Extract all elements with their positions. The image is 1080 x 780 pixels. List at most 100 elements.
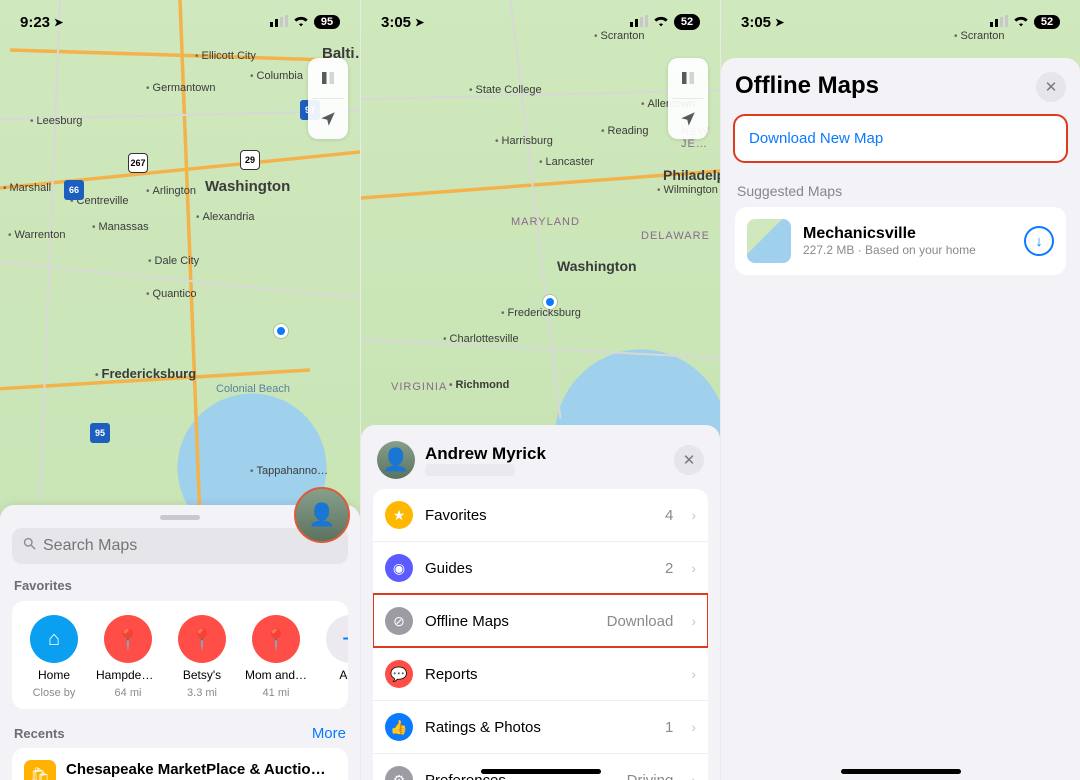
city-reading: Reading bbox=[601, 125, 649, 137]
region-delaware: DELAWARE bbox=[641, 230, 710, 242]
menu-favorites[interactable]: ★Favorites4› bbox=[373, 489, 708, 541]
panel-title: Offline Maps bbox=[735, 72, 1066, 100]
menu-offline-maps[interactable]: ⊘Offline MapsDownload› bbox=[373, 594, 708, 647]
chevron-right-icon: › bbox=[691, 560, 696, 576]
location-services-icon: ➤ bbox=[775, 16, 784, 29]
home-icon: ⌂ bbox=[30, 615, 78, 663]
download-icon: ↓ bbox=[1035, 233, 1043, 250]
recent-title: Chesapeake MarketPlace & Auction H… bbox=[66, 761, 326, 778]
city-washington: Washington bbox=[205, 178, 290, 195]
favorites-row[interactable]: ⌂HomeClose by 📍Hampden…64 mi 📍Betsy's3.3… bbox=[12, 601, 348, 709]
search-field[interactable] bbox=[12, 528, 348, 564]
cellular-icon bbox=[270, 14, 288, 31]
cellular-icon bbox=[990, 14, 1008, 31]
favorite-item[interactable]: 📍Mom and…41 mi bbox=[244, 615, 308, 699]
sheet-grabber[interactable] bbox=[160, 515, 200, 520]
status-time: 3:05 bbox=[741, 14, 771, 31]
region-virginia: VIRGINIA bbox=[391, 381, 447, 393]
city-charlottesville: Charlottesville bbox=[443, 333, 519, 345]
gear-icon: ⚙ bbox=[385, 766, 413, 780]
home-indicator[interactable] bbox=[841, 769, 961, 774]
menu-preferences[interactable]: ⚙PreferencesDriving› bbox=[373, 753, 708, 780]
city-richmond: Richmond bbox=[449, 379, 509, 391]
route-shield-95: 95 bbox=[90, 423, 110, 443]
pin-icon: 📍 bbox=[104, 615, 152, 663]
close-button[interactable]: ✕ bbox=[674, 445, 704, 475]
city-warrenton: Warrenton bbox=[8, 229, 65, 241]
home-indicator[interactable] bbox=[481, 769, 601, 774]
map-layers-button[interactable] bbox=[308, 58, 348, 98]
city-marshall: Marshall bbox=[3, 182, 51, 194]
city-quantico: Quantico bbox=[146, 288, 197, 300]
shopping-bag-icon: 🛍 bbox=[24, 760, 56, 780]
search-input[interactable] bbox=[43, 537, 338, 555]
status-bar: 9:23 ➤ 95 bbox=[0, 0, 360, 44]
chevron-right-icon: › bbox=[691, 613, 696, 629]
map-layers-button[interactable] bbox=[668, 58, 708, 98]
pin-icon: 📍 bbox=[178, 615, 226, 663]
close-icon: ✕ bbox=[1045, 78, 1058, 96]
download-button[interactable]: ↓ bbox=[1024, 226, 1054, 256]
recents-more-link[interactable]: More bbox=[312, 725, 346, 742]
battery-indicator: 52 bbox=[674, 14, 700, 30]
current-location-dot bbox=[543, 295, 557, 309]
menu-reports[interactable]: 💬Reports› bbox=[373, 647, 708, 700]
city-lancaster: Lancaster bbox=[539, 156, 594, 168]
screenshot-2: Washington Philadelphia Richmond Frederi… bbox=[360, 0, 720, 780]
favorite-add[interactable]: +Add bbox=[318, 615, 348, 699]
city-arlington: Arlington bbox=[146, 185, 196, 197]
city-ellicott: Ellicott City bbox=[195, 50, 256, 62]
offline-maps-panel[interactable]: Offline Maps ✕ Download New Map Suggeste… bbox=[721, 58, 1080, 780]
battery-indicator: 95 bbox=[314, 15, 340, 29]
location-services-icon: ➤ bbox=[54, 16, 63, 29]
favorite-home[interactable]: ⌂HomeClose by bbox=[22, 615, 86, 699]
plus-icon: + bbox=[326, 615, 348, 663]
route-shield-66: 66 bbox=[64, 180, 84, 200]
profile-name: Andrew Myrick bbox=[425, 444, 546, 464]
recents-header: Recents bbox=[14, 726, 65, 741]
favorite-item[interactable]: 📍Betsy's3.3 mi bbox=[170, 615, 234, 699]
profile-subline bbox=[425, 464, 515, 476]
label-colonial-beach: Colonial Beach bbox=[216, 383, 290, 395]
city-dale: Dale City bbox=[148, 255, 199, 267]
route-shield-267: 267 bbox=[128, 153, 148, 173]
download-new-map-button[interactable]: Download New Map bbox=[735, 116, 1066, 161]
screenshot-1: Washington Arlington Alexandria Frederic… bbox=[0, 0, 360, 780]
city-leesburg: Leesburg bbox=[30, 115, 82, 127]
offline-icon: ⊘ bbox=[385, 607, 413, 635]
favorite-item[interactable]: 📍Hampden…64 mi bbox=[96, 615, 160, 699]
location-services-icon: ➤ bbox=[415, 16, 424, 29]
status-bar: 3:05 ➤ 52 bbox=[361, 0, 720, 44]
status-time: 9:23 bbox=[20, 14, 50, 31]
status-bar: 3:05➤ 52 bbox=[721, 0, 1080, 44]
profile-avatar-button[interactable]: 👤 bbox=[294, 487, 350, 543]
map-controls bbox=[308, 58, 348, 139]
menu-ratings[interactable]: 👍Ratings & Photos1› bbox=[373, 700, 708, 753]
close-button[interactable]: ✕ bbox=[1036, 72, 1066, 102]
search-sheet[interactable]: 👤 Favorites ⌂HomeClose by 📍Hampden…64 mi… bbox=[0, 505, 360, 780]
recent-item[interactable]: 🛍 Chesapeake MarketPlace & Auction H… 50… bbox=[12, 748, 348, 780]
chevron-right-icon: › bbox=[691, 666, 696, 682]
menu-guides[interactable]: ◉Guides2› bbox=[373, 541, 708, 594]
profile-header: 👤 Andrew Myrick ✕ bbox=[373, 437, 708, 489]
profile-sheet[interactable]: 👤 Andrew Myrick ✕ ★Favorites4› ◉Guides2›… bbox=[361, 425, 720, 780]
close-icon: ✕ bbox=[683, 451, 696, 469]
city-germantown: Germantown bbox=[146, 82, 216, 94]
profile-avatar[interactable]: 👤 bbox=[377, 441, 415, 479]
pin-icon: 📍 bbox=[252, 615, 300, 663]
thumbs-up-icon: 👍 bbox=[385, 713, 413, 741]
profile-menu: ★Favorites4› ◉Guides2› ⊘Offline MapsDown… bbox=[373, 489, 708, 780]
city-wilmington: Wilmington bbox=[657, 184, 718, 196]
recenter-button[interactable] bbox=[308, 99, 348, 139]
city-statecollege: State College bbox=[469, 84, 542, 96]
city-fredericksburg: Fredericksburg bbox=[95, 366, 196, 381]
chevron-right-icon: › bbox=[691, 507, 696, 523]
suggested-map-item[interactable]: Mechanicsville 227.2 MB · Based on your … bbox=[735, 207, 1066, 275]
recenter-button[interactable] bbox=[668, 99, 708, 139]
city-manassas: Manassas bbox=[92, 221, 149, 233]
city-tappa: Tappahanno… bbox=[250, 465, 328, 477]
status-time: 3:05 bbox=[381, 14, 411, 31]
city-alexandria: Alexandria bbox=[196, 211, 255, 223]
chevron-right-icon: › bbox=[691, 772, 696, 780]
city-harrisburg: Harrisburg bbox=[495, 135, 553, 147]
